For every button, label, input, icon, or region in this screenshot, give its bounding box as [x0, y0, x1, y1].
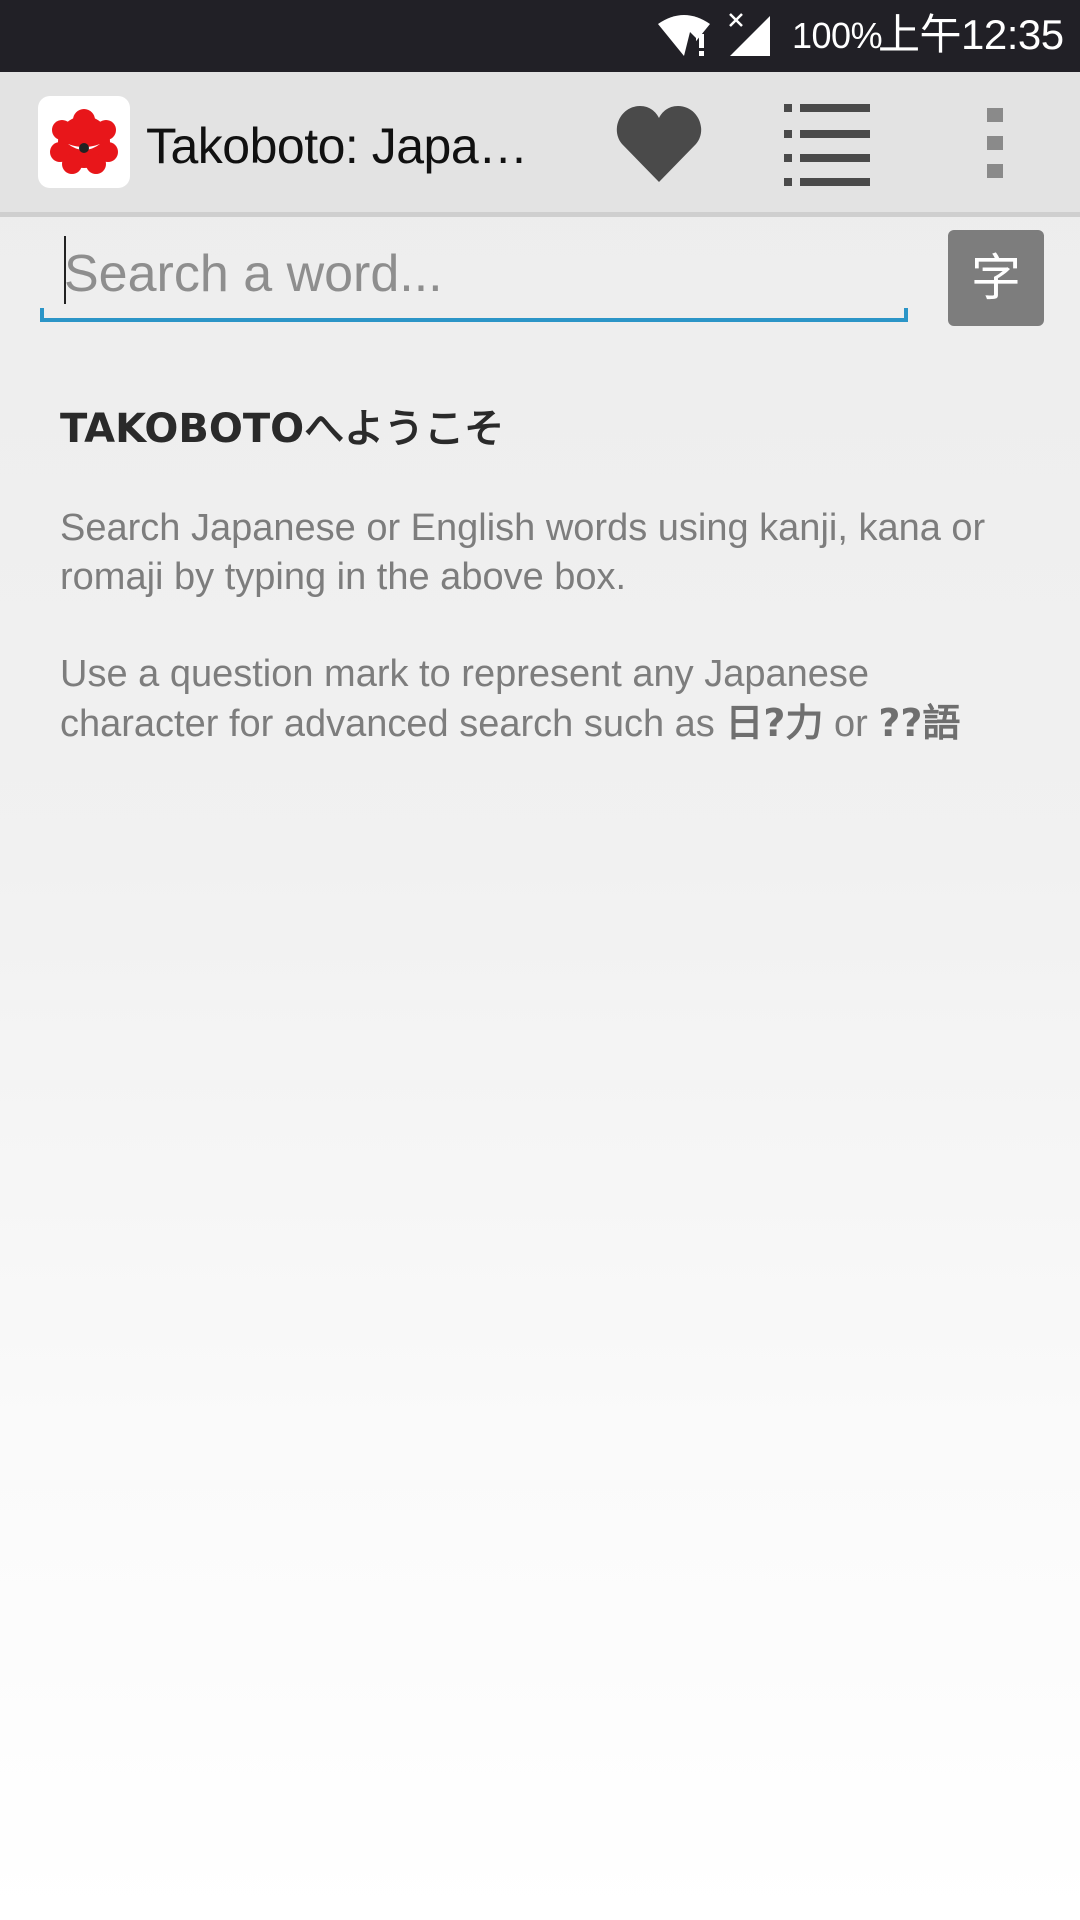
lists-button[interactable] [780, 100, 874, 190]
welcome-instructions: Search Japanese or English words using k… [60, 507, 986, 598]
overflow-menu-button[interactable] [970, 104, 1020, 184]
app-bar: Takoboto: Japanese Dictionary [0, 72, 1080, 217]
welcome-heading: TAKOBOTOへようこそ [60, 406, 505, 452]
takoboto-logo-icon[interactable] [38, 96, 130, 188]
more-vert-icon [987, 108, 1003, 178]
list-icon [784, 104, 870, 186]
search-input[interactable] [64, 232, 884, 316]
clock: 上午12:35 [878, 11, 1064, 58]
kanji-lookup-button[interactable]: 字 [948, 230, 1044, 326]
status-bar: 100% 上午12:35 [0, 0, 1080, 72]
battery-percentage: 100% [792, 15, 883, 56]
advanced-search-hint: Use a question mark to represent any Jap… [60, 650, 1020, 749]
app-title: Takoboto: Japanese Dictionary [146, 118, 546, 174]
wifi-alert-icon [658, 15, 710, 56]
example-connector: or [823, 703, 879, 745]
heart-icon [616, 106, 702, 182]
cell-signal-no-data-icon [729, 13, 770, 56]
example-pattern-1: 日?力 [725, 701, 824, 745]
favorites-button[interactable] [614, 102, 704, 186]
text-cursor [64, 236, 66, 304]
search-field-container [40, 232, 908, 322]
example-pattern-2: ??語 [878, 701, 961, 745]
